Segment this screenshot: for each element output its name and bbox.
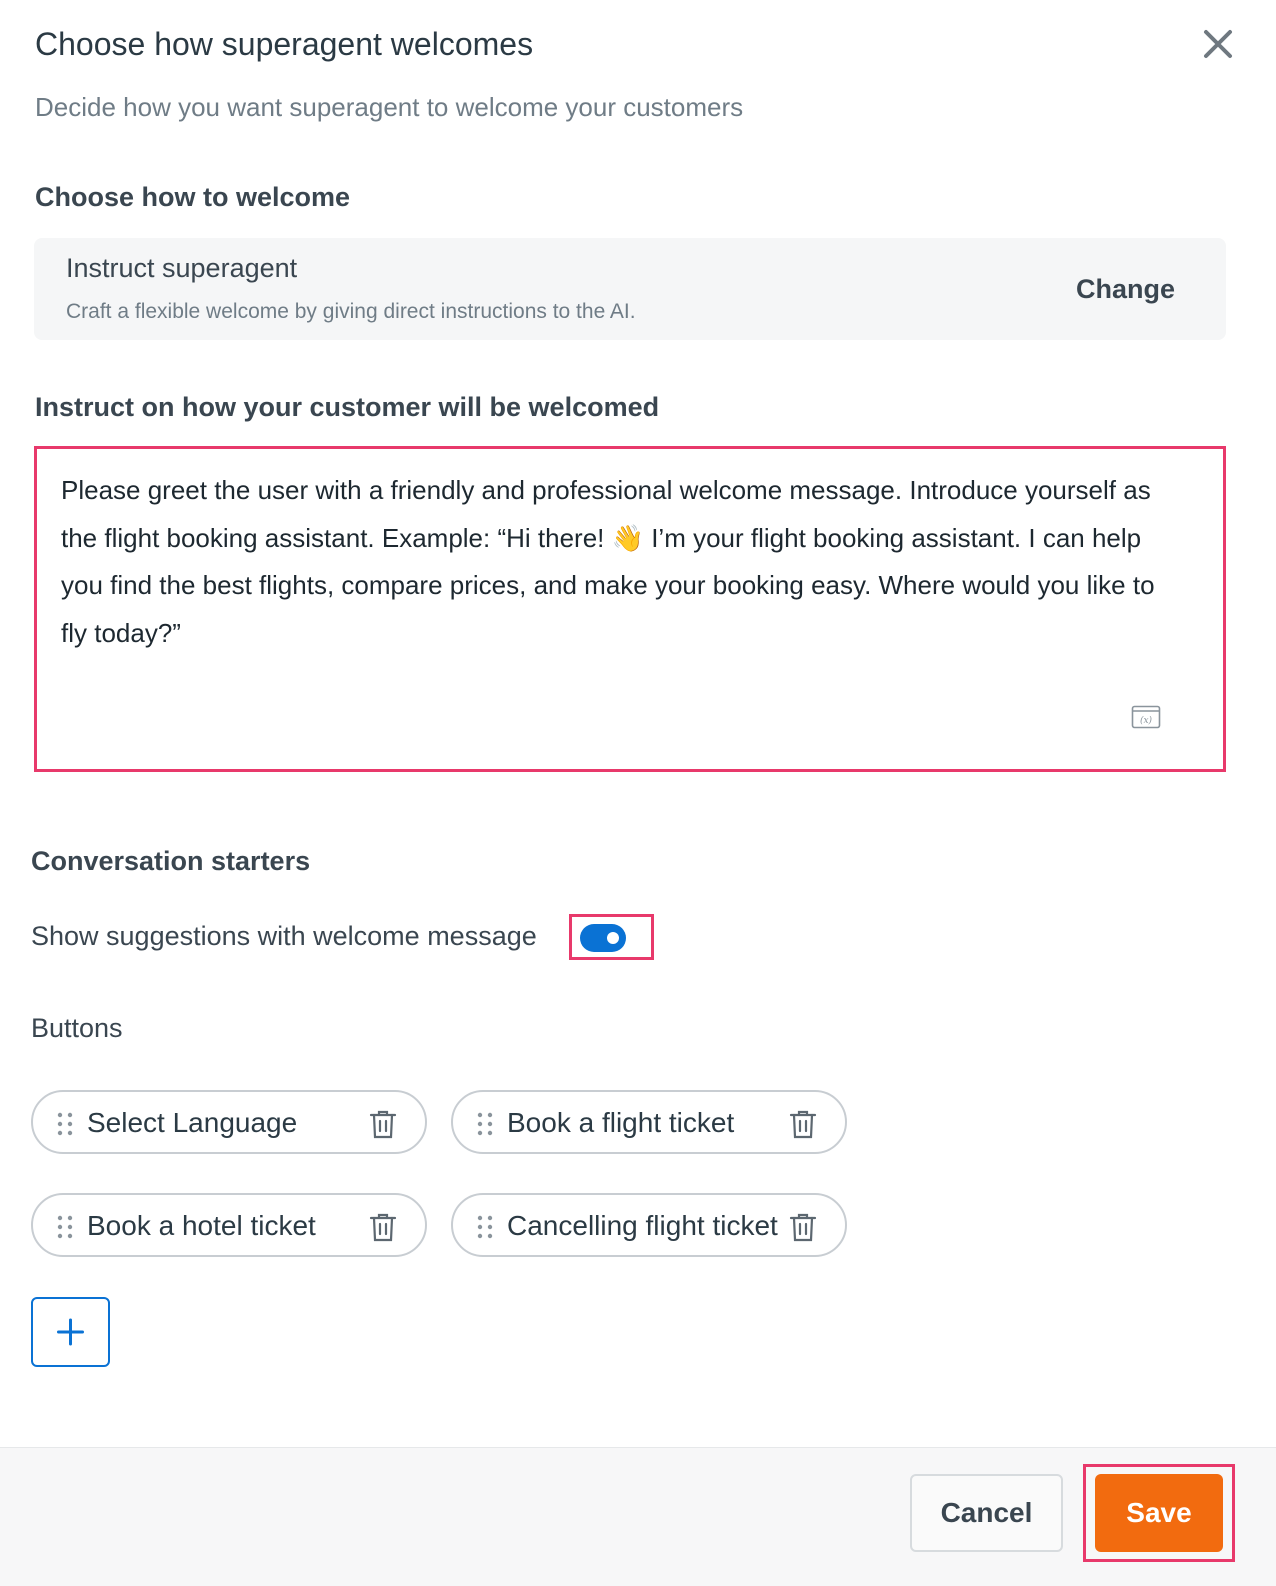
suggestions-toggle[interactable] [580, 924, 626, 952]
drag-handle-icon[interactable] [475, 1214, 495, 1240]
save-button[interactable]: Save [1095, 1474, 1223, 1552]
trash-icon[interactable] [787, 1211, 819, 1243]
starter-button-chip[interactable]: Book a hotel ticket [31, 1193, 427, 1257]
drag-handle-icon[interactable] [475, 1111, 495, 1137]
svg-text:(x): (x) [1140, 715, 1153, 726]
drag-handle-icon[interactable] [55, 1214, 75, 1240]
plus-icon [57, 1318, 84, 1346]
dialog-footer: Cancel Save [0, 1447, 1276, 1586]
option-description: Craft a flexible welcome by giving direc… [66, 300, 636, 323]
cancel-button[interactable]: Cancel [910, 1474, 1063, 1552]
instructions-text: Please greet the user with a friendly an… [61, 475, 1155, 648]
change-button[interactable]: Change [1076, 274, 1175, 305]
toggle-knob [607, 932, 619, 944]
instruct-heading: Instruct on how your customer will be we… [35, 392, 660, 422]
insert-variable-icon[interactable]: (x) [1131, 705, 1161, 729]
conversation-starters-heading: Conversation starters [31, 846, 311, 876]
starter-button-chip[interactable]: Select Language [31, 1090, 427, 1154]
starter-button-label: Select Language [87, 1107, 298, 1138]
starter-button-label: Book a flight ticket [507, 1107, 735, 1138]
welcome-instructions-textarea[interactable]: Please greet the user with a friendly an… [34, 446, 1226, 772]
trash-icon[interactable] [787, 1108, 819, 1140]
dialog-subtitle: Decide how you want superagent to welcom… [35, 92, 744, 122]
welcome-option-card: Instruct superagent Craft a flexible wel… [34, 238, 1226, 340]
drag-handle-icon[interactable] [55, 1111, 75, 1137]
buttons-label: Buttons [31, 1013, 123, 1043]
starter-button-label: Cancelling flight ticket [507, 1210, 778, 1241]
trash-icon[interactable] [367, 1108, 399, 1140]
starter-button-chip[interactable]: Book a flight ticket [451, 1090, 847, 1154]
option-title: Instruct superagent [66, 253, 298, 283]
close-icon[interactable] [1196, 22, 1240, 66]
suggestions-toggle-label: Show suggestions with welcome message [31, 921, 537, 951]
starter-button-chip[interactable]: Cancelling flight ticket [451, 1193, 847, 1257]
trash-icon[interactable] [367, 1211, 399, 1243]
dialog-title: Choose how superagent welcomes [35, 26, 534, 62]
add-starter-button[interactable] [31, 1297, 110, 1367]
starter-button-label: Book a hotel ticket [87, 1210, 316, 1241]
welcome-method-heading: Choose how to welcome [35, 182, 351, 212]
